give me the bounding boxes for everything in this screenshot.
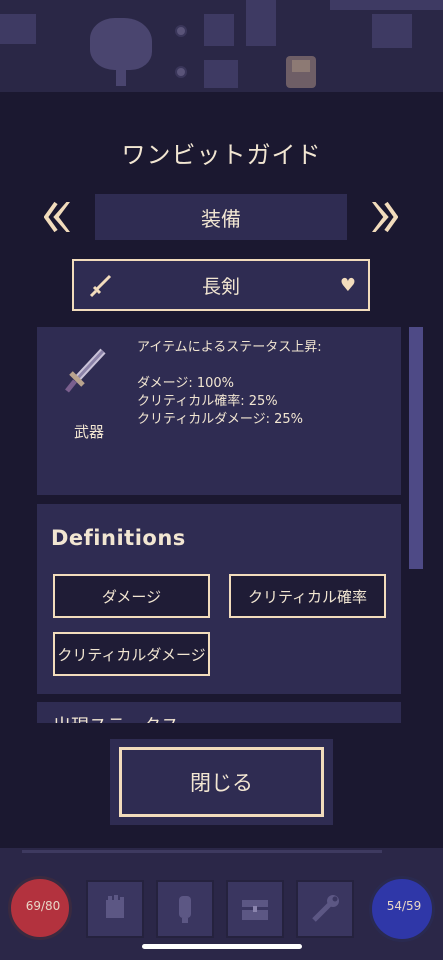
orb-sprite (175, 25, 187, 37)
guide-content-scroll[interactable]: 武器 アイテムによるステータス上昇: ダメージ: 100% クリティカル確率: … (37, 327, 401, 723)
guide-title: ワンビットガイド (121, 141, 322, 169)
stats-card: 武器 アイテムによるステータス上昇: ダメージ: 100% クリティカル確率: … (37, 327, 401, 495)
definitions-card: Definitions ダメージ クリティカル確率 クリティカルダメージ (37, 504, 401, 694)
definitions-title: Definitions (51, 526, 186, 550)
wall-tile (204, 14, 234, 46)
hud-slot-chest[interactable] (226, 880, 284, 938)
hp-value: 69/80 (25, 899, 61, 913)
hud-divider (22, 850, 382, 853)
spawn-stats-card: 出現ステータス (37, 702, 401, 723)
game-background (0, 0, 443, 92)
sword-icon (65, 348, 106, 393)
wall-tile (246, 0, 276, 46)
stat-line: ダメージ: 100% (137, 376, 235, 391)
home-indicator[interactable] (142, 944, 302, 949)
weapon-type-label: 武器 (73, 423, 104, 441)
item-label: 長剣 (201, 275, 240, 298)
stats-heading: アイテムによるステータス上昇: (137, 340, 322, 355)
bell-icon (179, 896, 191, 923)
definition-button-damage[interactable]: ダメージ (53, 574, 210, 618)
hero-sprite (286, 56, 316, 88)
definition-button-label: ダメージ (101, 587, 162, 606)
item-dropdown[interactable]: 長剣 ♥ (72, 259, 370, 311)
chevron-left-icon (44, 200, 74, 234)
prev-category-button[interactable] (42, 198, 76, 236)
wall-tile (330, 0, 443, 10)
close-button-frame: 閉じる (119, 747, 324, 817)
scrollbar-thumb[interactable] (409, 327, 423, 569)
chest-icon (242, 900, 268, 920)
definition-button-label: クリティカルダメージ (57, 645, 206, 664)
definition-button-crit-damage[interactable]: クリティカルダメージ (53, 632, 210, 676)
sword-icon (89, 274, 112, 298)
mp-orb: 54/59 (369, 876, 435, 942)
hand-icon (106, 895, 124, 918)
mp-value: 54/59 (386, 899, 422, 913)
wall-tile (0, 14, 36, 44)
stat-line: クリティカルダメージ: 25% (137, 412, 303, 427)
definition-button-label: クリティカル確率 (247, 587, 368, 606)
heart-icon: ♥ (339, 275, 356, 296)
hud-slot-wrench[interactable] (296, 880, 354, 938)
spawn-stats-title: 出現ステータス (53, 712, 179, 723)
category-label: 装備 (201, 206, 241, 231)
category-selector[interactable]: 装備 (95, 194, 347, 240)
close-button[interactable]: 閉じる (110, 739, 333, 825)
close-button-label: 閉じる (190, 771, 253, 795)
wall-tile (372, 14, 412, 48)
hud-slot-bell[interactable] (156, 880, 214, 938)
orb-sprite (175, 66, 187, 78)
hud-slot-hand[interactable] (86, 880, 144, 938)
hp-orb: 69/80 (8, 876, 72, 940)
stats-text: アイテムによるステータス上昇: ダメージ: 100% クリティカル確率: 25%… (137, 339, 322, 429)
wall-tile (204, 60, 238, 88)
stat-line: クリティカル確率: 25% (137, 394, 278, 409)
chevron-right-icon (368, 200, 398, 234)
next-category-button[interactable] (366, 198, 400, 236)
tree-sprite (90, 18, 152, 70)
definition-button-crit-chance[interactable]: クリティカル確率 (229, 574, 386, 618)
wrench-icon (312, 895, 339, 922)
tree-trunk-sprite (116, 66, 126, 86)
